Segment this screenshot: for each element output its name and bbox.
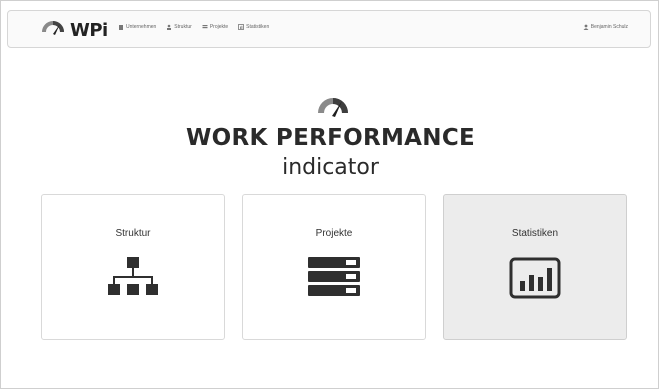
grid-icon — [202, 25, 208, 29]
nav-item-label: Struktur — [174, 24, 192, 30]
brand-name: WPi — [70, 19, 108, 41]
org-chart-icon — [108, 257, 158, 295]
nav-item-struktur[interactable]: Struktur — [166, 24, 192, 30]
main-nav: Unternehmen Struktur Projekte Statistike… — [118, 24, 269, 30]
card-label: Projekte — [315, 228, 353, 239]
nav-item-label: Statistiken — [246, 24, 270, 30]
user-name: Benjamin Schulz — [590, 24, 628, 30]
card-label: Struktur — [115, 228, 151, 239]
nav-item-unternehmen[interactable]: Unternehmen — [118, 24, 156, 30]
card-statistiken[interactable]: Statistiken — [443, 194, 627, 340]
user-menu[interactable]: Benjamin Schulz — [583, 24, 628, 30]
server-list-icon — [308, 257, 360, 296]
page-subtitle: indicator — [282, 155, 379, 180]
nav-item-label: Projekte — [209, 24, 229, 30]
page-title: WORK PERFORMANCE — [185, 125, 476, 151]
nav-item-label: Unternehmen — [126, 24, 157, 30]
app-window: WPi Unternehmen Struktur Projekte Statis… — [0, 0, 659, 389]
nav-item-projekte[interactable]: Projekte — [202, 24, 228, 30]
card-projekte[interactable]: Projekte — [242, 194, 426, 340]
building-icon — [119, 25, 123, 30]
gauge-logo-icon — [42, 21, 64, 35]
brand[interactable]: WPi — [40, 17, 108, 43]
top-navbar: WPi Unternehmen Struktur Projekte Statis… — [7, 10, 651, 48]
chart-icon — [238, 24, 245, 30]
card-label: Statistiken — [511, 228, 559, 239]
user-icon — [583, 24, 589, 30]
nav-item-statistiken[interactable]: Statistiken — [238, 24, 269, 30]
card-struktur[interactable]: Struktur — [41, 194, 225, 340]
bar-chart-icon — [509, 257, 561, 299]
gauge-logo-icon — [318, 98, 348, 117]
user-tree-icon — [167, 24, 172, 30]
